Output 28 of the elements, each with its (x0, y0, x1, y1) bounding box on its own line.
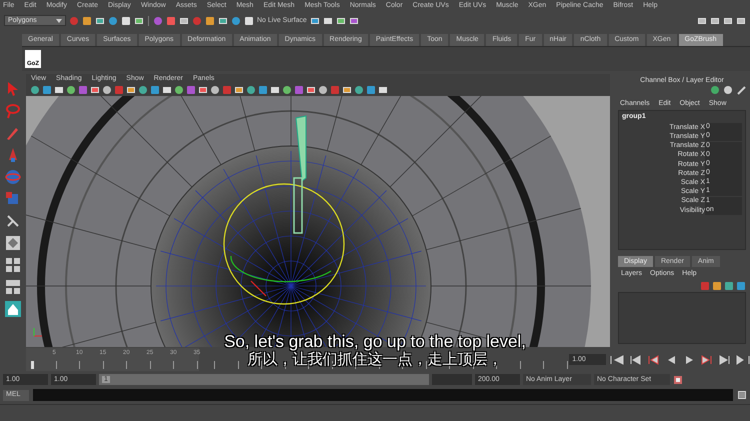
selected-stick-drawing[interactable] (293, 115, 306, 234)
layout-single-icon[interactable] (4, 234, 22, 252)
rotate-manipulator-drawing[interactable] (223, 183, 345, 305)
panel-option-icon[interactable] (736, 84, 746, 95)
tool-icon[interactable] (336, 16, 346, 26)
subtitle-line: So, let's grab this, go up to the top level, (224, 332, 526, 351)
step-back-icon[interactable] (628, 354, 642, 366)
house-icon[interactable] (4, 300, 22, 318)
go-to-end-icon[interactable] (736, 354, 750, 366)
step-forward-icon[interactable] (718, 354, 732, 366)
command-input-field[interactable] (33, 389, 733, 401)
preferences-icon[interactable] (673, 374, 683, 384)
next-key-icon[interactable] (700, 354, 714, 366)
layout-four-icon[interactable] (4, 256, 22, 274)
layout-split-icon[interactable] (4, 278, 22, 296)
go-to-start-icon[interactable] (610, 354, 624, 366)
previous-key-icon[interactable] (646, 354, 660, 366)
script-editor-icon[interactable] (737, 390, 747, 400)
tool-icon[interactable] (310, 16, 320, 26)
separator-handle-icon (147, 16, 150, 26)
tool-icon[interactable] (348, 16, 359, 26)
panel-option-icon[interactable] (710, 84, 720, 95)
panel-option-icon[interactable] (723, 84, 733, 95)
tool-icon[interactable] (322, 16, 333, 26)
axis-gizmo-drawing (34, 328, 42, 336)
dropdown-caret-icon (56, 18, 62, 22)
current-frame-marker (31, 361, 34, 369)
subtitle-line: 所以，让我们抓住这一点，走上顶层， (248, 351, 502, 369)
